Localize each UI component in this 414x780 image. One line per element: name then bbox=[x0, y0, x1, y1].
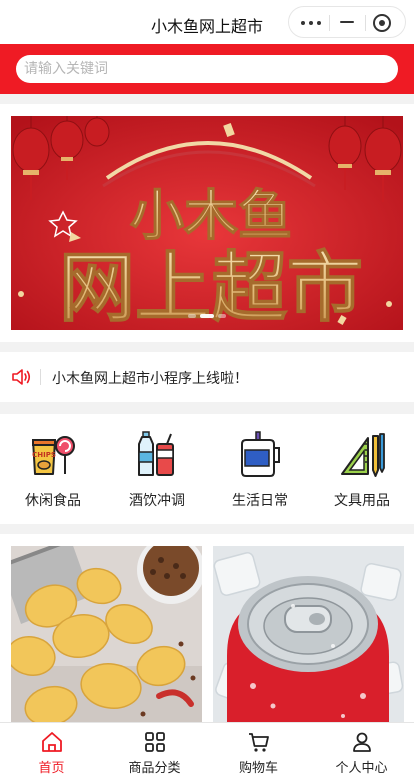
category-grid-icon bbox=[145, 732, 165, 752]
banner-image: 小木鱼 网上超市 bbox=[11, 116, 403, 330]
potato-chips-image bbox=[11, 546, 202, 726]
tab-label: 个人中心 bbox=[335, 761, 388, 776]
minimize-icon[interactable] bbox=[340, 21, 354, 23]
category-item-drinks[interactable]: 酒饮冲调 bbox=[107, 428, 207, 512]
banner-section: 小木鱼 网上超市 bbox=[0, 104, 414, 342]
navigation-bar: 小木鱼网上超市 bbox=[0, 0, 414, 44]
speaker-icon bbox=[12, 369, 31, 385]
home-icon bbox=[42, 732, 62, 752]
category-grid: CHIPS 休闲食品 酒饮冲调 生活日常 文具用品 bbox=[0, 414, 414, 524]
capsule-divider bbox=[329, 15, 330, 31]
product-card-soda[interactable] bbox=[213, 546, 404, 726]
tab-profile[interactable]: 个人中心 bbox=[310, 723, 413, 780]
soda-can-image bbox=[213, 546, 404, 726]
category-item-snacks[interactable]: CHIPS 休闲食品 bbox=[3, 428, 103, 512]
svg-text:CHIPS: CHIPS bbox=[32, 451, 56, 459]
tab-category[interactable]: 商品分类 bbox=[103, 723, 206, 780]
category-item-stationery[interactable]: 文具用品 bbox=[312, 428, 412, 512]
target-close-icon[interactable] bbox=[373, 14, 391, 32]
tab-home[interactable]: 首页 bbox=[0, 723, 103, 780]
category-item-daily-life[interactable]: 生活日常 bbox=[210, 428, 310, 512]
category-label: 文具用品 bbox=[334, 493, 390, 509]
banner-line1: 小木鱼 bbox=[130, 184, 292, 247]
more-dots-icon[interactable] bbox=[301, 21, 321, 25]
banner-carousel[interactable]: 小木鱼 网上超市 bbox=[11, 116, 403, 330]
category-label: 生活日常 bbox=[232, 493, 288, 509]
menu-capsule bbox=[288, 6, 406, 38]
tab-label: 购物车 bbox=[238, 761, 278, 776]
product-list bbox=[0, 534, 414, 726]
notice-bar[interactable]: 小木鱼网上超市小程序上线啦！ bbox=[0, 352, 414, 402]
tab-label: 首页 bbox=[38, 761, 65, 776]
daily-life-icon bbox=[241, 431, 280, 477]
search-input[interactable] bbox=[16, 55, 398, 83]
category-label: 酒饮冲调 bbox=[129, 493, 185, 509]
notice-divider bbox=[40, 369, 41, 385]
user-icon bbox=[353, 732, 371, 752]
category-label: 休闲食品 bbox=[25, 493, 81, 509]
banner-indicator-active[interactable] bbox=[200, 314, 214, 318]
tab-label: 商品分类 bbox=[128, 761, 181, 776]
product-card-chips[interactable] bbox=[11, 546, 202, 726]
capsule-divider bbox=[365, 15, 366, 31]
banner-indicator[interactable] bbox=[218, 314, 226, 318]
banner-indicator[interactable] bbox=[188, 314, 196, 318]
banner-indicators bbox=[11, 314, 403, 318]
tab-cart[interactable]: 购物车 bbox=[207, 723, 310, 780]
notice-text: 小木鱼网上超市小程序上线啦！ bbox=[52, 371, 248, 387]
snacks-icon: CHIPS bbox=[32, 436, 75, 475]
search-bar bbox=[0, 44, 414, 94]
drinks-icon bbox=[138, 431, 174, 476]
cart-icon bbox=[249, 733, 269, 752]
tab-bar: 首页 商品分类 购物车 个人中心 bbox=[0, 722, 414, 780]
stationery-icon bbox=[341, 433, 385, 477]
